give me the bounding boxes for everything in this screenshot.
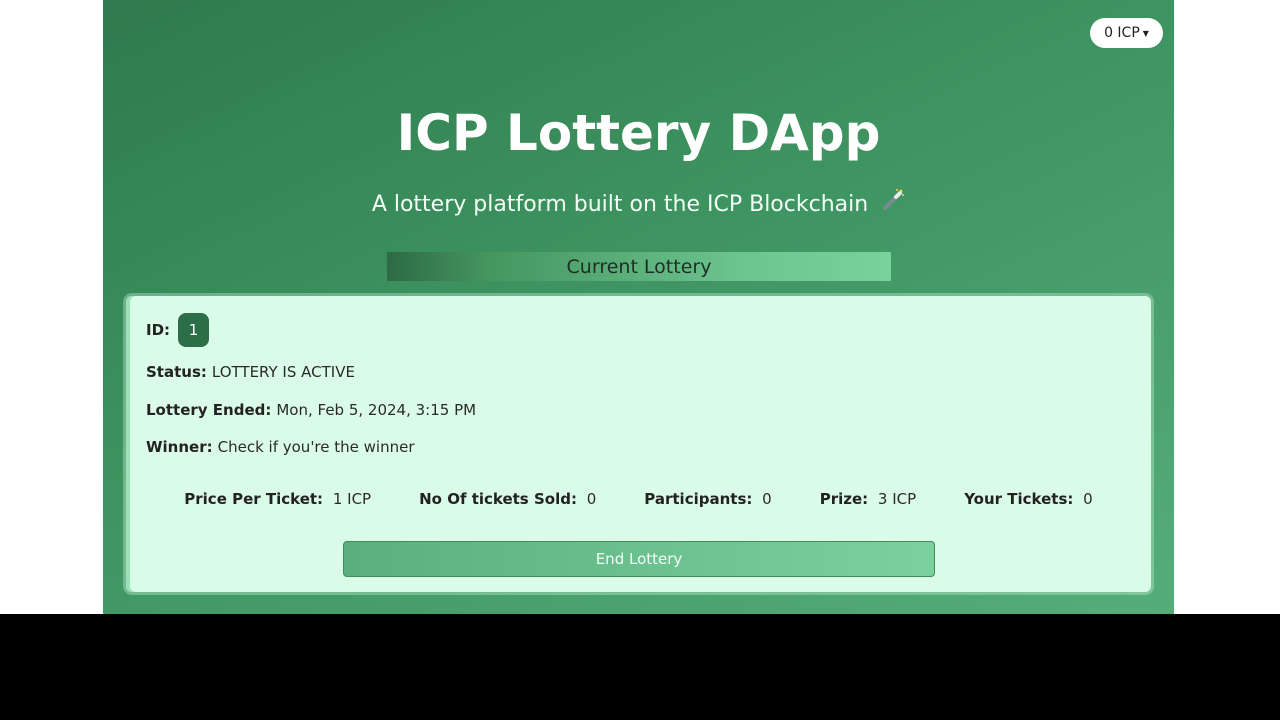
- tab-current-lottery-label: Current Lottery: [566, 255, 712, 278]
- magic-wand-icon: [881, 188, 905, 219]
- page-title: ICP Lottery DApp: [396, 104, 881, 162]
- lottery-ended-value: Mon, Feb 5, 2024, 3:15 PM: [276, 401, 477, 419]
- lottery-winner-row: Winner: Check if you're the winner: [146, 438, 415, 456]
- stat-value: 0: [586, 490, 597, 508]
- browser-viewport: 0 ICP ▼ ICP Lottery DApp A lottery platf…: [0, 0, 1280, 614]
- lottery-ended-row: Lottery Ended: Mon, Feb 5, 2024, 3:15 PM: [146, 401, 476, 419]
- stat-participants: Participants: 0: [644, 490, 771, 508]
- lottery-id-label: ID:: [146, 321, 171, 339]
- lottery-ended-label: Lottery Ended:: [146, 401, 272, 419]
- lottery-stats: Price Per Ticket: 1 ICP No Of tickets So…: [126, 490, 1151, 508]
- stat-label: No Of tickets Sold:: [419, 490, 577, 508]
- lottery-winner-label: Winner:: [146, 438, 213, 456]
- tab-current-lottery[interactable]: Current Lottery: [387, 252, 891, 281]
- lottery-id-badge: 1: [178, 313, 210, 347]
- stat-label: Prize:: [819, 490, 869, 508]
- lottery-card: ID: 1 Status: LOTTERY IS ACTIVE Lottery …: [126, 296, 1151, 592]
- app-container: 0 ICP ▼ ICP Lottery DApp A lottery platf…: [103, 0, 1174, 614]
- caret-down-icon: ▼: [1142, 28, 1149, 38]
- lottery-status-row: Status: LOTTERY IS ACTIVE: [146, 363, 355, 381]
- stat-tickets-sold: No Of tickets Sold: 0: [419, 490, 596, 508]
- subtitle-text: A lottery platform built on the ICP Bloc…: [371, 192, 869, 217]
- stat-label: Participants:: [644, 490, 753, 508]
- lottery-winner-value: Check if you're the winner: [217, 438, 415, 456]
- wallet-balance-dropdown[interactable]: 0 ICP ▼: [1090, 18, 1163, 48]
- stat-value: 0: [762, 490, 772, 508]
- end-lottery-button[interactable]: End Lottery: [343, 541, 935, 577]
- stat-value: 3 ICP: [877, 490, 917, 508]
- lottery-id-row: ID: 1: [146, 313, 210, 347]
- stat-value: 0: [1083, 490, 1093, 508]
- stat-prize: Prize: 3 ICP: [820, 490, 916, 508]
- lottery-status-label: Status:: [146, 363, 207, 381]
- stat-price-per-ticket: Price Per Ticket: 1 ICP: [184, 490, 371, 508]
- lottery-status-value: LOTTERY IS ACTIVE: [211, 363, 355, 381]
- stat-label: Price Per Ticket:: [184, 490, 324, 508]
- stat-label: Your Tickets:: [964, 490, 1074, 508]
- stat-value: 1 ICP: [332, 490, 372, 508]
- stat-your-tickets: Your Tickets: 0: [964, 490, 1093, 508]
- wallet-balance-label: 0 ICP: [1104, 25, 1140, 41]
- page-subtitle: A lottery platform built on the ICP Bloc…: [103, 188, 1174, 220]
